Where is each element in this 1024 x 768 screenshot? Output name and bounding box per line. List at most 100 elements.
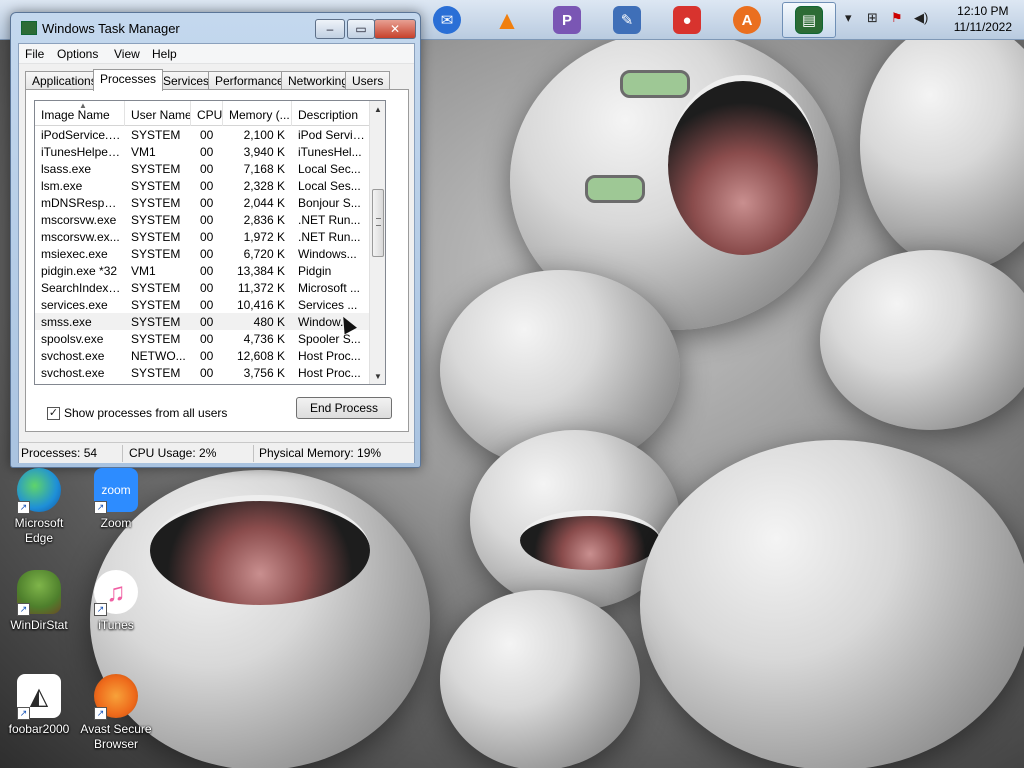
desktop-icon-foobar2000[interactable]: ◭ ↗ foobar2000: [3, 674, 75, 737]
scroll-thumb[interactable]: [372, 189, 384, 257]
status-cpu: CPU Usage: 2%: [129, 446, 217, 460]
status-memory: Physical Memory: 19%: [259, 446, 382, 460]
table-row[interactable]: lsm.exe SYSTEM 00 2,328 K Local Ses...: [35, 177, 371, 194]
paint-icon[interactable]: ✎: [605, 2, 649, 38]
desktop-icon-edge[interactable]: ↗ Microsoft Edge: [3, 468, 75, 546]
process-description: .NET Run...: [298, 213, 361, 227]
list-header: ▲ Image Name User Name CPU Memory (... D…: [35, 101, 371, 126]
process-memory: 13,384 K: [236, 264, 285, 278]
column-description[interactable]: Description: [292, 101, 371, 126]
maximize-button[interactable]: ▭: [347, 19, 375, 39]
clock-date: 11/11/2022: [953, 20, 1012, 34]
table-row[interactable]: mscorsvw.exe SYSTEM 00 2,836 K .NET Run...: [35, 211, 371, 228]
menu-view[interactable]: View: [110, 46, 144, 62]
status-bar: Processes: 54 CPU Usage: 2% Physical Mem…: [19, 442, 414, 463]
table-row[interactable]: spoolsv.exe SYSTEM 00 4,736 K Spooler S...: [35, 330, 371, 347]
volume-icon[interactable]: ◀): [914, 10, 928, 26]
avast-browser-icon[interactable]: A: [725, 2, 769, 38]
thunderbird-icon[interactable]: ✉: [425, 2, 469, 38]
action-center-icon[interactable]: ⚑: [891, 10, 903, 26]
process-cpu: 00: [200, 179, 214, 193]
tab-processes[interactable]: Processes: [93, 69, 164, 91]
process-cpu: 00: [200, 366, 214, 380]
process-name: msiexec.exe: [41, 247, 108, 261]
process-user: VM1: [131, 264, 156, 278]
tray-chevron-icon[interactable]: ▾: [845, 10, 852, 26]
process-name: lsass.exe: [41, 162, 92, 176]
window-client: File Options View Help Applications Proc…: [18, 43, 415, 463]
tab-performance[interactable]: Performance: [208, 71, 291, 90]
column-image-name[interactable]: ▲ Image Name: [35, 101, 125, 126]
process-cpu: 00: [200, 264, 214, 278]
table-row[interactable]: SearchIndexe... SYSTEM 00 11,372 K Microsoft…: [35, 279, 371, 296]
recorder-icon[interactable]: ●: [665, 2, 709, 38]
desktop-icon-itunes[interactable]: ♫ ↗ iTunes: [80, 570, 152, 633]
desktop-icon-windirstat[interactable]: ↗ WinDirStat: [3, 570, 75, 633]
column-user-name[interactable]: User Name: [125, 101, 191, 126]
table-row[interactable]: lsass.exe SYSTEM 00 7,168 K Local Sec...: [35, 160, 371, 177]
minimize-button[interactable]: –: [315, 19, 345, 39]
process-name: smss.exe: [41, 315, 92, 329]
show-all-users-option[interactable]: ✓ Show processes from all users: [47, 406, 227, 420]
menu-bar: File Options View Help: [19, 44, 414, 64]
process-user: SYSTEM: [131, 281, 181, 295]
show-all-users-checkbox[interactable]: ✓: [47, 406, 60, 420]
table-row[interactable]: mscorsvw.ex... SYSTEM 00 1,972 K .NET Run...: [35, 228, 371, 245]
close-button[interactable]: ✕: [374, 19, 416, 39]
table-row[interactable]: iTunesHelper.... VM1 00 3,940 K iTunesHel...: [35, 143, 371, 160]
task-manager-taskbar-button[interactable]: ▤: [782, 2, 836, 38]
process-list[interactable]: ▲ Image Name User Name CPU Memory (... D…: [34, 100, 386, 385]
process-description: Bonjour S...: [298, 196, 361, 210]
process-name: services.exe: [41, 298, 108, 312]
table-row[interactable]: pidgin.exe *32 VM1 00 13,384 K Pidgin: [35, 262, 371, 279]
process-user: SYSTEM: [131, 366, 181, 380]
process-name: lsm.exe: [41, 179, 83, 193]
table-row[interactable]: iPodService.exe SYSTEM 00 2,100 K iPod Servi…: [35, 126, 371, 143]
menu-options[interactable]: Options: [53, 46, 102, 62]
sort-ascending-icon: ▲: [79, 101, 87, 110]
desktop-icon-label: WinDirStat: [10, 618, 68, 632]
process-user: SYSTEM: [131, 179, 181, 193]
desktop-icon-avast[interactable]: ↗ Avast Secure Browser: [80, 674, 152, 752]
menu-help[interactable]: Help: [148, 46, 181, 62]
tab-users[interactable]: Users: [345, 71, 391, 90]
column-cpu[interactable]: CPU: [191, 101, 223, 126]
zoom-icon: zoom ↗: [94, 468, 138, 514]
process-user: SYSTEM: [131, 196, 181, 210]
process-cpu: 00: [200, 332, 214, 346]
vlc-icon[interactable]: ▲: [485, 2, 529, 38]
itunes-icon: ♫ ↗: [94, 570, 138, 616]
tab-applications[interactable]: Applications: [25, 71, 104, 90]
process-memory: 4,736 K: [243, 332, 285, 346]
process-name: spoolsv.exe: [41, 332, 104, 346]
process-memory: 6,720 K: [243, 247, 285, 261]
end-process-button[interactable]: End Process: [296, 397, 392, 419]
table-row[interactable]: svchost.exe SYSTEM 00 3,756 K Host Proc...: [35, 364, 371, 381]
pidgin-icon[interactable]: P: [545, 2, 589, 38]
desktop-icon-zoom[interactable]: zoom ↗ Zoom: [80, 468, 152, 531]
desktop-icon-label: Zoom: [100, 516, 132, 530]
title-bar[interactable]: Windows Task Manager – ▭ ✕: [11, 13, 420, 43]
network-icon[interactable]: ⊞: [867, 10, 878, 26]
tab-services[interactable]: Services: [156, 71, 217, 90]
vertical-scrollbar[interactable]: ▲ ▼: [369, 101, 385, 384]
process-cpu: 00: [200, 315, 214, 329]
table-row[interactable]: smss.exe SYSTEM 00 480 K Window...: [35, 313, 371, 330]
table-row[interactable]: msiexec.exe SYSTEM 00 6,720 K Windows...: [35, 245, 371, 262]
process-memory: 2,100 K: [243, 128, 285, 142]
table-row[interactable]: services.exe SYSTEM 00 10,416 K Services ...: [35, 296, 371, 313]
desktop-icon-label: Avast Secure Browser: [80, 722, 152, 751]
table-row[interactable]: mDNSRespon... SYSTEM 00 2,044 K Bonjour S...: [35, 194, 371, 211]
process-rows: iPodService.exe SYSTEM 00 2,100 K iPod Servi…: [35, 126, 371, 381]
process-description: Spooler S...: [298, 332, 361, 346]
process-user: VM1: [131, 145, 156, 159]
scroll-down-icon[interactable]: ▼: [370, 368, 385, 384]
tab-networking[interactable]: Networking: [281, 71, 356, 90]
table-row[interactable]: svchost.exe NETWO... 00 12,608 K Host Proc..…: [35, 347, 371, 364]
process-user: SYSTEM: [131, 332, 181, 346]
clock[interactable]: 12:10 PM 11/11/2022: [954, 3, 1012, 35]
scroll-up-icon[interactable]: ▲: [370, 101, 385, 117]
column-memory[interactable]: Memory (...: [223, 101, 292, 126]
menu-file[interactable]: File: [21, 46, 48, 62]
process-cpu: 00: [200, 196, 214, 210]
